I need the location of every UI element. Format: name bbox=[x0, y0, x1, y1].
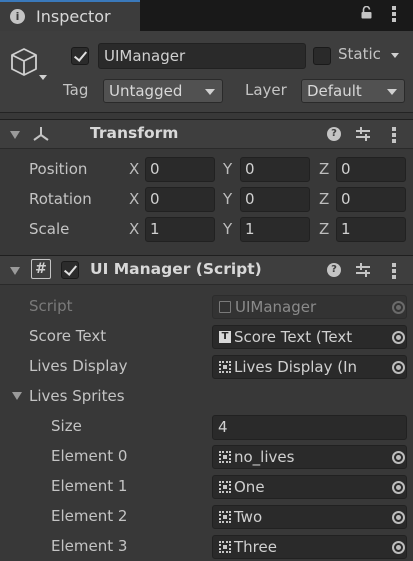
chevron-down-icon bbox=[387, 89, 397, 95]
text-component-icon: T bbox=[219, 331, 231, 343]
element-3-label: Element 3 bbox=[51, 537, 128, 555]
y-axis-label[interactable]: Y bbox=[223, 220, 232, 238]
position-z-field[interactable]: 0 bbox=[336, 157, 406, 182]
script-file-icon bbox=[219, 301, 231, 313]
x-axis-label[interactable]: X bbox=[129, 220, 139, 238]
score-text-label: Score Text bbox=[29, 327, 107, 345]
image-component-icon bbox=[219, 361, 231, 373]
sprite-icon bbox=[219, 541, 231, 553]
element-0-value: no_lives bbox=[234, 448, 295, 466]
object-name-field[interactable]: UIManager bbox=[98, 43, 306, 69]
element-1-field[interactable]: One bbox=[212, 475, 407, 499]
lives-sprites-label[interactable]: Lives Sprites bbox=[29, 387, 125, 405]
sprite-icon bbox=[219, 511, 231, 523]
scale-z-field[interactable]: 1 bbox=[336, 217, 406, 242]
tab-title: Inspector bbox=[36, 7, 111, 26]
z-axis-label[interactable]: Z bbox=[319, 190, 329, 208]
icon-dropdown-icon[interactable] bbox=[39, 75, 47, 80]
lives-display-field[interactable]: Lives Display (In bbox=[212, 355, 407, 379]
script-component-header[interactable]: # UI Manager (Script) ? bbox=[0, 255, 413, 285]
rotation-label: Rotation bbox=[29, 190, 92, 208]
size-label: Size bbox=[51, 417, 82, 435]
fold-arrow-icon[interactable] bbox=[10, 267, 20, 275]
layer-dropdown[interactable]: Default bbox=[301, 79, 405, 103]
element-2-label: Element 2 bbox=[51, 507, 128, 525]
kebab-menu-icon[interactable] bbox=[392, 263, 396, 281]
element-0-label: Element 0 bbox=[51, 447, 128, 465]
tab-bar: i Inspector bbox=[0, 0, 413, 31]
presets-icon[interactable] bbox=[356, 263, 370, 277]
position-y-field[interactable]: 0 bbox=[240, 157, 310, 182]
lives-display-value: Lives Display (In bbox=[234, 358, 358, 376]
help-icon[interactable]: ? bbox=[327, 263, 341, 277]
component-enabled-checkbox[interactable] bbox=[61, 261, 79, 279]
kebab-menu-icon[interactable] bbox=[392, 6, 396, 24]
score-text-field[interactable]: T Score Text (Text bbox=[212, 325, 407, 349]
z-axis-label[interactable]: Z bbox=[319, 160, 329, 178]
object-picker-icon[interactable] bbox=[392, 481, 405, 494]
tag-label: Tag bbox=[63, 81, 89, 99]
object-picker-icon bbox=[392, 301, 405, 314]
y-axis-label[interactable]: Y bbox=[223, 160, 232, 178]
object-picker-icon[interactable] bbox=[392, 361, 405, 374]
script-label: Script bbox=[29, 297, 73, 315]
position-label: Position bbox=[29, 160, 88, 178]
gameobject-header: UIManager Static Tag Untagged Layer Defa… bbox=[0, 31, 413, 113]
script-value: UIManager bbox=[235, 298, 317, 316]
x-axis-label[interactable]: X bbox=[129, 160, 139, 178]
scale-label: Scale bbox=[29, 220, 70, 238]
help-icon[interactable]: ? bbox=[327, 127, 341, 141]
position-x-field[interactable]: 0 bbox=[145, 157, 215, 182]
transform-header[interactable]: Transform ? bbox=[0, 119, 413, 149]
scale-x-field[interactable]: 1 bbox=[145, 217, 215, 242]
element-2-value: Two bbox=[234, 508, 263, 526]
element-3-field[interactable]: Three bbox=[212, 535, 407, 559]
y-axis-label[interactable]: Y bbox=[223, 190, 232, 208]
presets-icon[interactable] bbox=[356, 127, 370, 141]
active-checkbox[interactable] bbox=[71, 47, 89, 65]
chevron-down-icon bbox=[205, 89, 215, 95]
hash-script-icon: # bbox=[31, 259, 51, 279]
element-1-value: One bbox=[234, 478, 265, 496]
element-3-value: Three bbox=[234, 538, 277, 556]
static-dropdown-icon[interactable] bbox=[391, 53, 399, 58]
layer-value: Default bbox=[307, 82, 362, 100]
script-component-body: Script UIManager Score Text T Score Text… bbox=[0, 288, 413, 561]
lives-display-label: Lives Display bbox=[29, 357, 128, 375]
static-checkbox[interactable] bbox=[313, 47, 331, 65]
transform-axes-icon bbox=[33, 127, 49, 141]
fold-arrow-icon[interactable] bbox=[10, 131, 20, 139]
sprite-icon bbox=[219, 451, 231, 463]
rotation-x-field[interactable]: 0 bbox=[145, 187, 215, 212]
script-field: UIManager bbox=[212, 295, 407, 319]
x-axis-label[interactable]: X bbox=[129, 190, 139, 208]
object-picker-icon[interactable] bbox=[392, 541, 405, 554]
lock-icon[interactable] bbox=[361, 6, 372, 19]
info-icon: i bbox=[10, 9, 25, 24]
fold-arrow-icon[interactable] bbox=[12, 392, 22, 400]
element-0-field[interactable]: no_lives bbox=[212, 445, 407, 469]
transform-title: Transform bbox=[90, 124, 179, 142]
kebab-menu-icon[interactable] bbox=[392, 127, 396, 145]
scale-y-field[interactable]: 1 bbox=[240, 217, 310, 242]
cube-icon bbox=[11, 48, 37, 76]
size-field[interactable]: 4 bbox=[212, 415, 407, 440]
object-picker-icon[interactable] bbox=[392, 511, 405, 524]
layer-label: Layer bbox=[245, 81, 287, 99]
element-2-field[interactable]: Two bbox=[212, 505, 407, 529]
element-1-label: Element 1 bbox=[51, 477, 128, 495]
sprite-icon bbox=[219, 481, 231, 493]
z-axis-label[interactable]: Z bbox=[319, 220, 329, 238]
object-picker-icon[interactable] bbox=[392, 451, 405, 464]
score-text-value: Score Text (Text bbox=[234, 328, 353, 346]
rotation-y-field[interactable]: 0 bbox=[240, 187, 310, 212]
inspector-tab[interactable]: i Inspector bbox=[0, 0, 140, 31]
transform-body: Position X 0 Y 0 Z 0 Rotation X 0 Y 0 Z … bbox=[0, 152, 413, 248]
object-picker-icon[interactable] bbox=[392, 331, 405, 344]
tag-value: Untagged bbox=[109, 82, 183, 100]
static-label: Static bbox=[338, 45, 381, 63]
script-component-title: UI Manager (Script) bbox=[90, 260, 262, 278]
tag-dropdown[interactable]: Untagged bbox=[103, 79, 223, 103]
rotation-z-field[interactable]: 0 bbox=[336, 187, 406, 212]
